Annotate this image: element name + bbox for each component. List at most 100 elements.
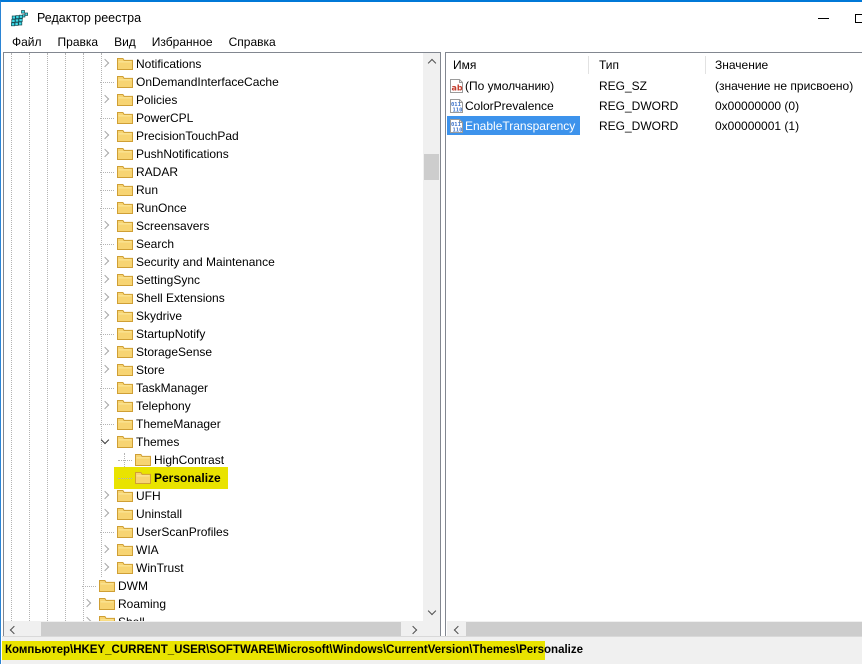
tree-item-label: Telephony [136, 399, 191, 413]
folder-icon [117, 219, 133, 235]
tree-item-shell-extensions[interactable]: Shell Extensions [4, 289, 424, 307]
expand-arrow-icon[interactable] [101, 257, 109, 265]
string-value-icon: ab [449, 79, 464, 96]
cell-value: 0x00000000 (0) [715, 99, 799, 113]
tree-item-label: Screensavers [136, 219, 209, 233]
column-header-name[interactable]: Имя [453, 58, 476, 72]
minimize-button[interactable] [800, 4, 846, 32]
tree-vertical-scrollbar[interactable] [423, 53, 440, 621]
folder-icon [117, 129, 133, 145]
expand-arrow-icon[interactable] [101, 59, 109, 67]
tree-item-label: UserScanProfiles [136, 525, 229, 539]
expand-arrow-icon[interactable] [101, 95, 109, 103]
dword-value-icon: 011110 [449, 119, 464, 136]
tree-item-taskmanager[interactable]: TaskManager [4, 379, 424, 397]
menu-item-favorites[interactable]: Избранное [144, 33, 221, 51]
tree-connector-dots [100, 334, 114, 335]
value-row--по-умолчанию-[interactable]: ab(По умолчанию)REG_SZ(значение не присв… [446, 76, 862, 96]
expand-arrow-icon[interactable] [101, 149, 109, 157]
tree-connector-dots [100, 532, 114, 533]
tree-item-label: TaskManager [136, 381, 208, 395]
tree-item-skydrive[interactable]: Skydrive [4, 307, 424, 325]
expand-arrow-icon[interactable] [83, 617, 91, 621]
cell-type: REG_DWORD [599, 99, 678, 113]
tree-item-precisiontouchpad[interactable]: PrecisionTouchPad [4, 127, 424, 145]
tree-scroll-up-arrow[interactable] [423, 53, 440, 70]
tree-vertical-scroll-thumb[interactable] [424, 154, 439, 180]
folder-icon [117, 489, 133, 505]
tree-item-runonce[interactable]: RunOnce [4, 199, 424, 217]
menu-item-file[interactable]: Файл [4, 33, 50, 51]
values-horizontal-scroll-thumb[interactable] [466, 622, 862, 637]
tree-item-ondemandinterfacecache[interactable]: OnDemandInterfaceCache [4, 73, 424, 91]
value-row-colorprevalence[interactable]: 011110ColorPrevalenceREG_DWORD0x00000000… [446, 96, 862, 116]
folder-icon [117, 561, 133, 577]
column-separator[interactable] [705, 56, 706, 74]
expand-arrow-icon[interactable] [101, 221, 109, 229]
tree-item-storagesense[interactable]: StorageSense [4, 343, 424, 361]
expand-arrow-icon[interactable] [101, 401, 109, 409]
expand-arrow-icon[interactable] [83, 599, 91, 607]
tree-item-themes[interactable]: Themes [4, 433, 424, 451]
menu-item-edit[interactable]: Правка [50, 33, 107, 51]
registry-editor-icon [9, 10, 29, 27]
collapse-arrow-icon[interactable] [101, 436, 109, 444]
tree-item-radar[interactable]: RADAR [4, 163, 424, 181]
tree-item-startupnotify[interactable]: StartupNotify [4, 325, 424, 343]
tree-scroll-down-arrow[interactable] [423, 604, 440, 621]
tree-item-thememanager[interactable]: ThemeManager [4, 415, 424, 433]
expand-arrow-icon[interactable] [101, 293, 109, 301]
tree-horizontal-scroll-thumb[interactable] [41, 622, 401, 637]
tree-item-run[interactable]: Run [4, 181, 424, 199]
folder-icon [117, 93, 133, 109]
expand-arrow-icon[interactable] [101, 509, 109, 517]
tree-connector-dots [118, 460, 132, 461]
folder-icon [117, 237, 133, 253]
tree-item-shell[interactable]: Shell [4, 613, 424, 621]
maximize-icon [855, 14, 862, 23]
maximize-button[interactable] [852, 4, 862, 32]
column-header-type[interactable]: Тип [599, 58, 619, 72]
column-header-value[interactable]: Значение [715, 58, 768, 72]
values-pane: Имя Тип Значение ab(По умолчанию)REG_SZ(зн… [445, 52, 862, 638]
menu-item-view[interactable]: Вид [106, 33, 144, 51]
expand-arrow-icon[interactable] [101, 365, 109, 373]
tree-item-wintrust[interactable]: WinTrust [4, 559, 424, 577]
tree-item-store[interactable]: Store [4, 361, 424, 379]
tree-item-dwm[interactable]: DWM [4, 577, 424, 595]
expand-arrow-icon[interactable] [101, 563, 109, 571]
tree-item-powercpl[interactable]: PowerCPL [4, 109, 424, 127]
tree-item-roaming[interactable]: Roaming [4, 595, 424, 613]
expand-arrow-icon[interactable] [101, 347, 109, 355]
tree-item-highcontrast[interactable]: HighContrast [4, 451, 424, 469]
tree-item-label: Themes [136, 435, 179, 449]
column-separator[interactable] [588, 56, 589, 74]
tree-item-uninstall[interactable]: Uninstall [4, 505, 424, 523]
tree-item-settingsync[interactable]: SettingSync [4, 271, 424, 289]
tree-item-pushnotifications[interactable]: PushNotifications [4, 145, 424, 163]
tree-item-label: Run [136, 183, 158, 197]
folder-icon [117, 201, 133, 217]
expand-arrow-icon[interactable] [101, 275, 109, 283]
tree-item-notifications[interactable]: Notifications [4, 55, 424, 73]
tree-item-security-and-maintenance[interactable]: Security and Maintenance [4, 253, 424, 271]
tree-item-screensavers[interactable]: Screensavers [4, 217, 424, 235]
expand-arrow-icon[interactable] [101, 131, 109, 139]
tree-item-ufh[interactable]: UFH [4, 487, 424, 505]
expand-arrow-icon[interactable] [101, 491, 109, 499]
expand-arrow-icon[interactable] [101, 545, 109, 553]
tree-item-personalize[interactable]: Personalize [4, 469, 424, 487]
folder-icon [117, 543, 133, 559]
menu-item-help[interactable]: Справка [221, 33, 284, 51]
expand-arrow-icon[interactable] [101, 311, 109, 319]
folder-icon [117, 291, 133, 307]
cell-name: EnableTransparency [465, 119, 575, 133]
tree-item-policies[interactable]: Policies [4, 91, 424, 109]
tree-item-userscanprofiles[interactable]: UserScanProfiles [4, 523, 424, 541]
tree-item-label: RunOnce [136, 201, 187, 215]
tree-item-telephony[interactable]: Telephony [4, 397, 424, 415]
cell-name: (По умолчанию) [465, 79, 554, 93]
value-row-enabletransparency[interactable]: 011110EnableTransparencyREG_DWORD0x00000… [446, 116, 862, 136]
tree-item-search[interactable]: Search [4, 235, 424, 253]
tree-item-wia[interactable]: WIA [4, 541, 424, 559]
